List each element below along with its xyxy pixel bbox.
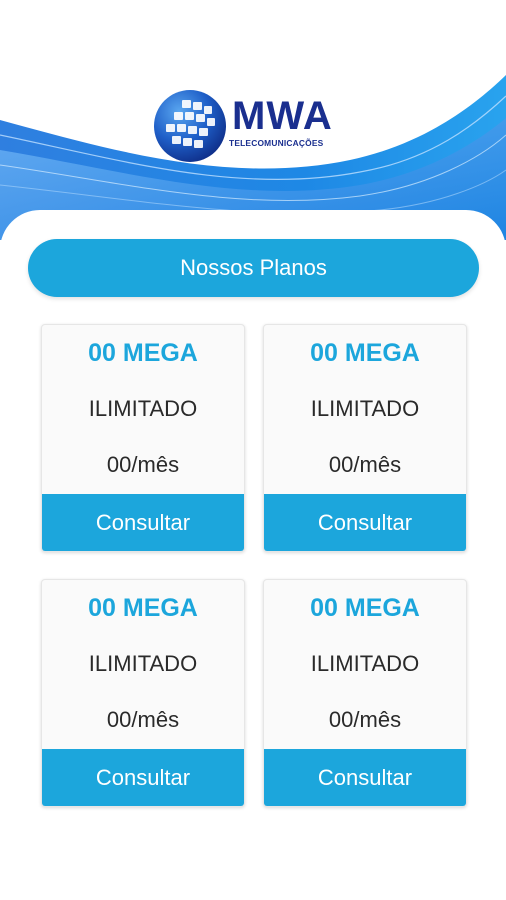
plans-title-bar: Nossos Planos [28,239,479,297]
plan-price: 00/mês [106,707,180,732]
page-title: Nossos Planos [180,255,327,280]
logo-wordmark: MWA [232,94,333,138]
plan-card: 00 MEGA ILIMITADO 00/mês Consultar [41,324,245,552]
plan-type: ILIMITADO [310,651,420,676]
logo-tagline: TELECOMUNICAÇÕES [229,138,324,148]
plan-speed: 00 MEGA [88,594,198,622]
plan-speed: 00 MEGA [310,339,420,367]
plan-card: 00 MEGA ILIMITADO 00/mês Consultar [263,324,467,552]
plan-card: 00 MEGA ILIMITADO 00/mês Consultar [263,579,467,807]
globe-icon [154,90,226,162]
consult-button[interactable]: Consultar [42,494,244,551]
consult-button[interactable]: Consultar [42,749,244,806]
plan-card: 00 MEGA ILIMITADO 00/mês Consultar [41,579,245,807]
plan-price: 00/mês [106,452,180,477]
plan-type: ILIMITADO [88,651,198,676]
plan-price: 00/mês [328,452,402,477]
app-screen: MWA TELECOMUNICAÇÕES Nossos Planos 00 ME… [0,0,506,900]
plan-speed: 00 MEGA [310,594,420,622]
plan-speed: 00 MEGA [88,339,198,367]
plan-price: 00/mês [328,707,402,732]
consult-button[interactable]: Consultar [264,749,466,806]
plan-type: ILIMITADO [88,396,198,421]
plan-type: ILIMITADO [310,396,420,421]
consult-button[interactable]: Consultar [264,494,466,551]
